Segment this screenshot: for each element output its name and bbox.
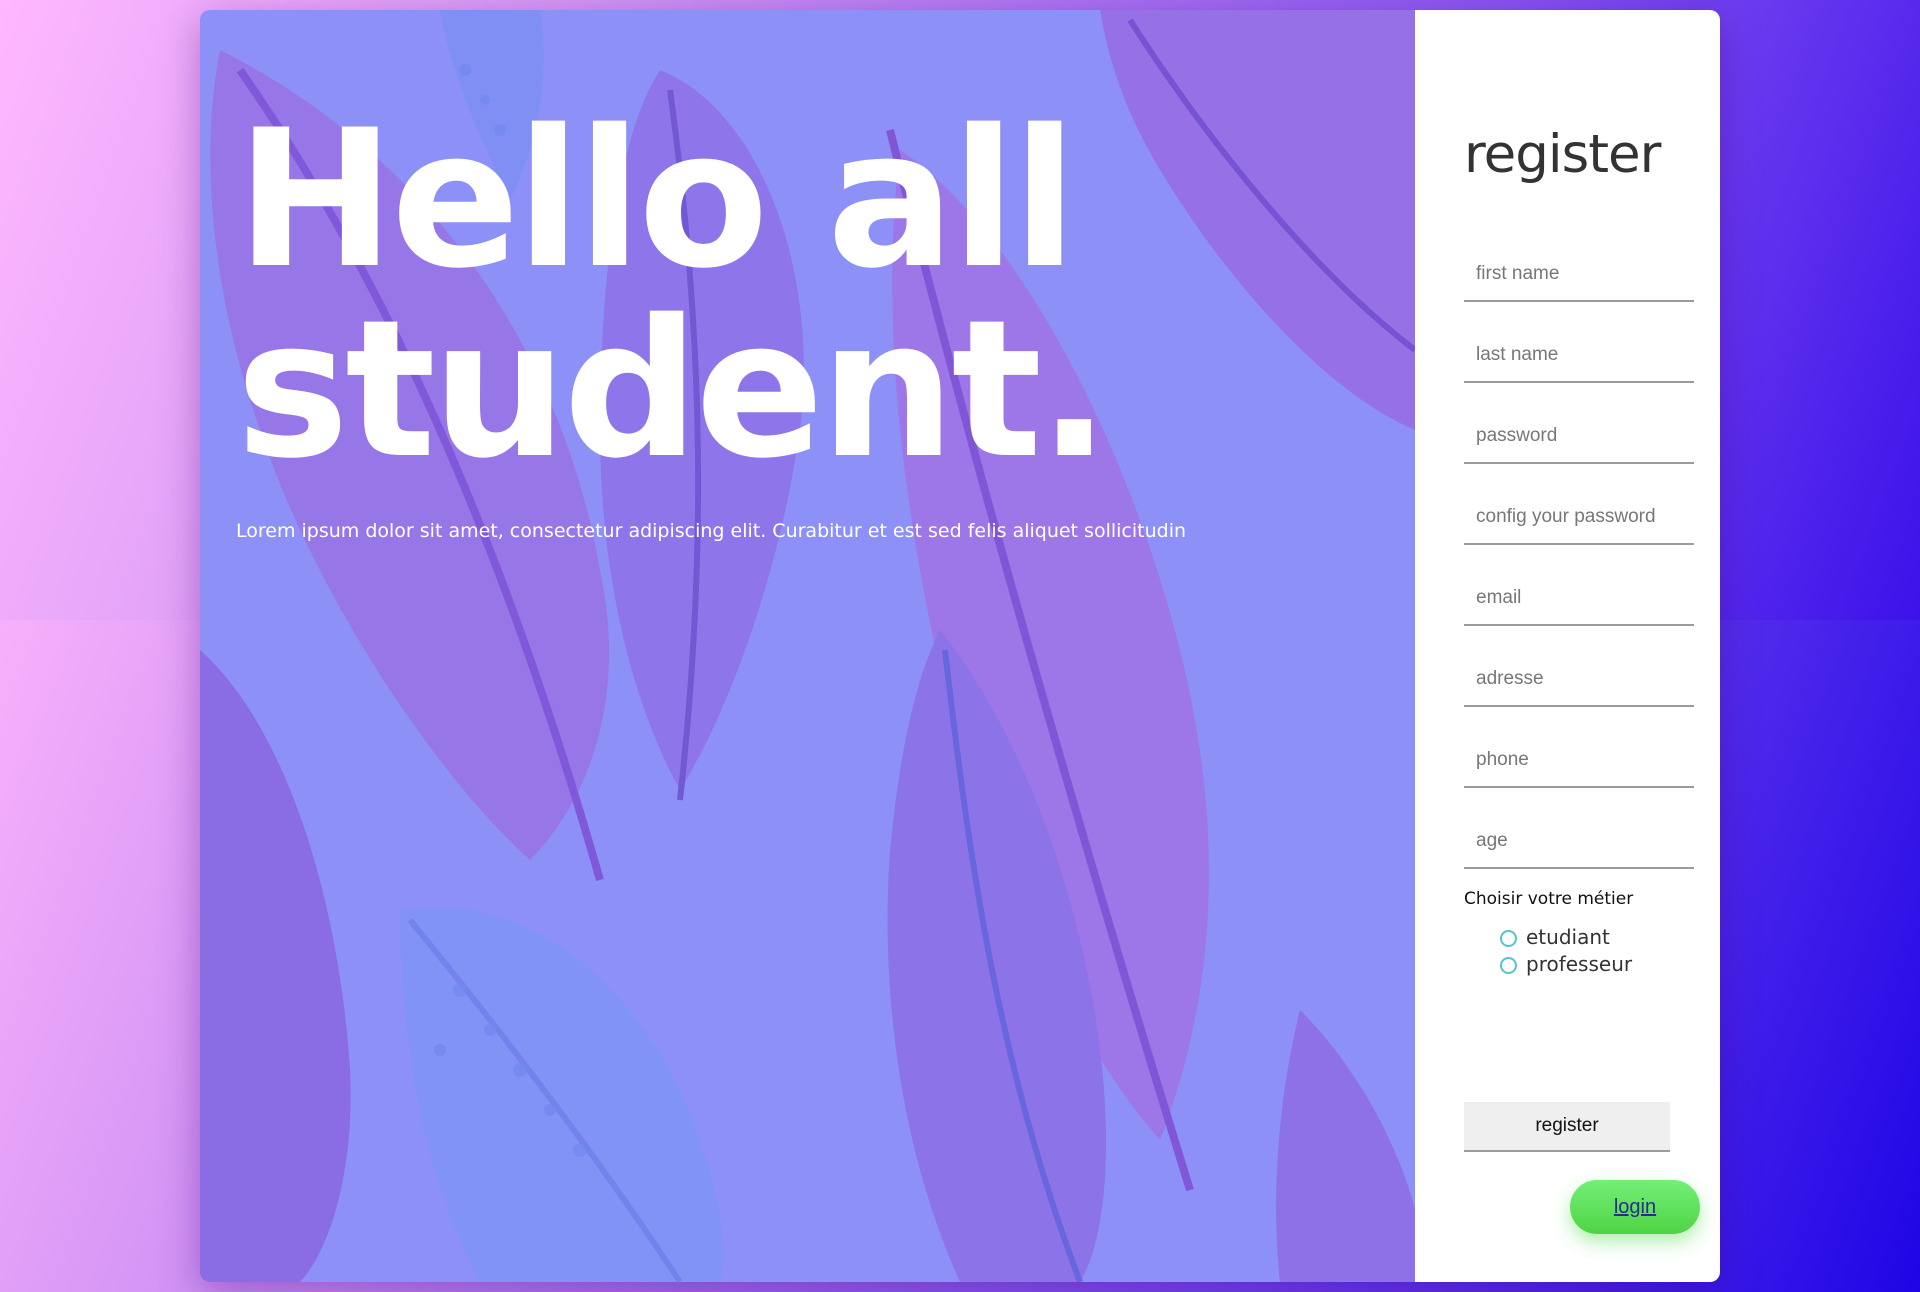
teacher-radio-label[interactable]: professeur (1526, 952, 1632, 976)
email-input[interactable] (1464, 572, 1694, 626)
headline-line-1: Hello all (236, 89, 1077, 310)
register-card: Hello all student. Lorem ipsum dolor sit… (200, 10, 1720, 1282)
radio-option-student[interactable]: etudiant (1500, 923, 1694, 950)
confirm-password-input[interactable] (1464, 491, 1694, 545)
job-choice-label: Choisir votre métier (1464, 889, 1634, 909)
hero-headline: Hello all student. (236, 105, 1375, 485)
student-radio-button[interactable] (1500, 929, 1517, 947)
headline-line-2: student. (236, 279, 1110, 500)
form-title: register (1464, 124, 1661, 185)
phone-input[interactable] (1464, 734, 1694, 788)
register-button[interactable]: register (1464, 1102, 1670, 1152)
job-radio-group: etudiant professeur (1500, 923, 1694, 977)
last-name-input[interactable] (1464, 329, 1694, 383)
first-name-input[interactable] (1464, 248, 1694, 302)
radio-option-teacher[interactable]: professeur (1500, 950, 1694, 977)
register-panel: register Choisir votre métier etudiant (1415, 10, 1720, 1282)
hero-subtitle: Lorem ipsum dolor sit amet, consectetur … (236, 520, 1187, 542)
address-input[interactable] (1464, 653, 1694, 707)
hero-text-block: Hello all student. Lorem ipsum dolor sit… (236, 105, 1375, 543)
teacher-radio-button[interactable] (1500, 956, 1517, 974)
student-radio-label[interactable]: etudiant (1526, 925, 1610, 949)
form-fields (1464, 248, 1694, 869)
register-form: register Choisir votre métier etudiant (1464, 120, 1694, 977)
login-button[interactable]: login (1570, 1180, 1700, 1234)
age-input[interactable] (1464, 815, 1694, 869)
password-input[interactable] (1464, 410, 1694, 464)
hero-panel: Hello all student. Lorem ipsum dolor sit… (200, 10, 1415, 1282)
